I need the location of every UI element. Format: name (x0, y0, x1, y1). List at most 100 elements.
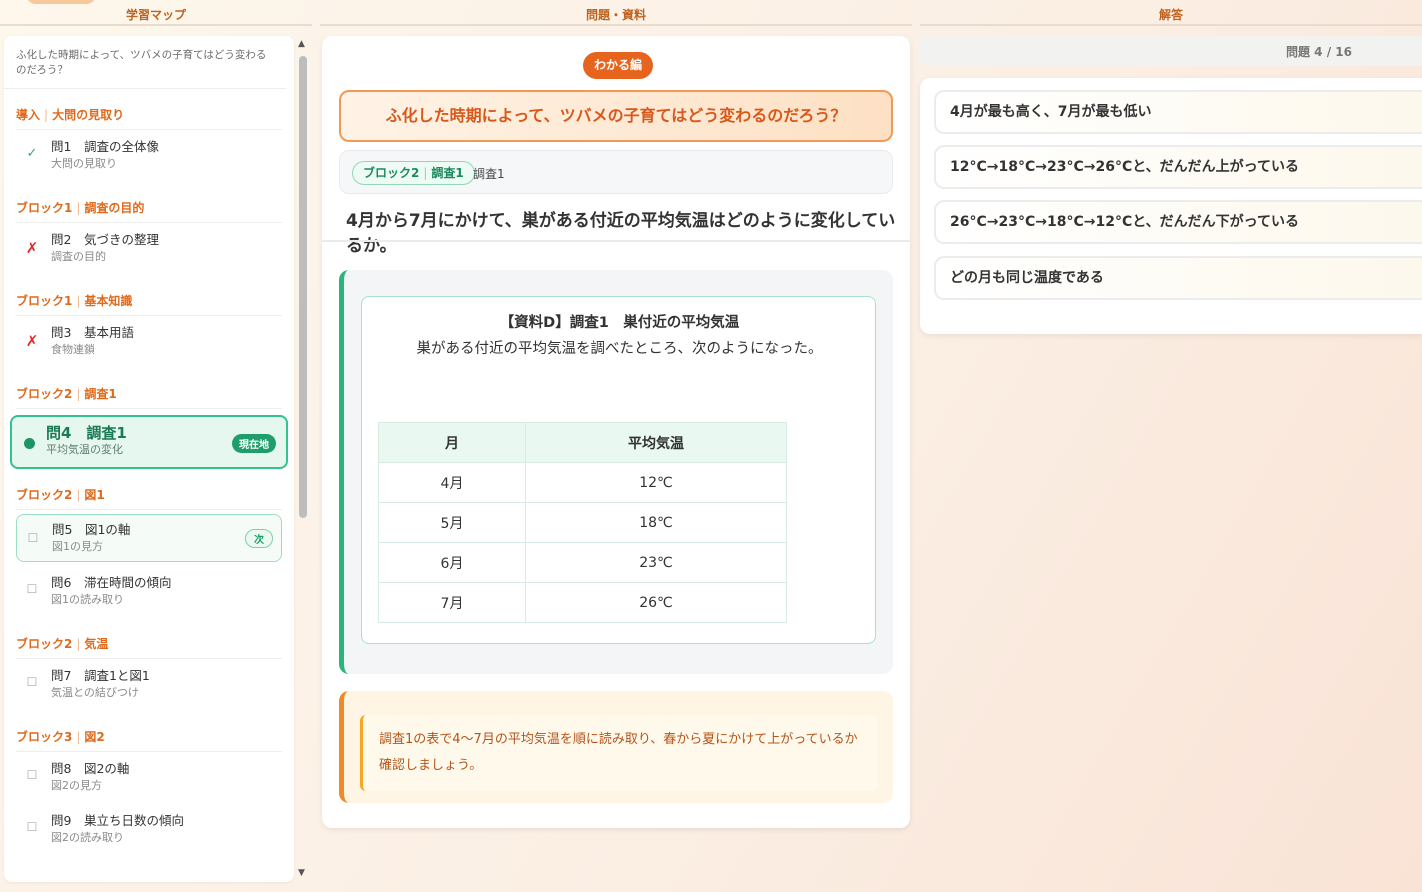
question-subtitle: 図2の見方 (51, 779, 102, 792)
breadcrumb-block-pill: ブロック2 | 調査1 (352, 161, 475, 185)
question-subtitle: 食物連鎖 (51, 343, 95, 356)
section-topic: 大問の見取り (52, 108, 125, 122)
breadcrumb: ブロック2 | 調査1 調査1 (339, 150, 893, 194)
table-row: 7月 26℃ (378, 582, 787, 623)
section-separator: | (76, 387, 81, 401)
column-header-month: 月 (378, 422, 526, 463)
checkbox-icon: ☐ (26, 675, 38, 689)
page-indicator: 問題 4 / 16 (1286, 45, 1352, 59)
cross-icon: ✗ (25, 239, 39, 257)
sidebar-question-item[interactable]: ✗ 問2 気づきの整理 調査の目的 (16, 223, 282, 275)
current-dot-icon (24, 438, 35, 449)
resource-card: 【資料D】調査1 巣付近の平均気温 巣がある付近の平均気温を調べたところ、次のよ… (361, 296, 876, 644)
section-label: ブロック1 | 調査の目的 (4, 196, 294, 220)
section-separator: | (76, 730, 81, 744)
section-block: ブロック2 (16, 637, 73, 651)
section-separator: | (76, 201, 81, 215)
answer-choice-3[interactable]: 26°C→23°C→18°C→12°Cと、だんだん下がっている (934, 200, 1422, 244)
scroll-down-arrow-icon[interactable]: ▼ (298, 868, 305, 878)
section-label: ブロック2 | 気温 (4, 632, 294, 656)
sidebar-question-item[interactable]: ☐ 問5 図1の軸 図1の見方次 (16, 514, 282, 562)
sidebar-question-item[interactable]: ✓ 問1 調査の全体像 大問の見取り (16, 130, 282, 182)
breadcrumb-separator: | (423, 166, 428, 180)
breadcrumb-topic: 調査1 (431, 166, 464, 180)
question-subtitle: 図2の読み取り (51, 831, 124, 844)
question-title: 問9 巣立ち日数の傾向 (51, 813, 184, 828)
current-badge: 現在地 (232, 434, 276, 453)
section-divider (16, 408, 282, 409)
sidebar-question-item[interactable]: ☐ 問7 調査1と図1 気温との結びつけ (16, 659, 282, 711)
section-block: ブロック2 (16, 387, 73, 401)
scrollbar-thumb[interactable] (299, 56, 307, 518)
table-row: 6月 23℃ (378, 542, 787, 583)
breadcrumb-current: 調査1 (473, 167, 505, 181)
section-block: ブロック1 (16, 201, 73, 215)
question-subtitle: 調査の目的 (51, 250, 106, 263)
hint-panel: 調査1の表で4〜7月の平均気温を順に読み取り、春から夏にかけて上がっているか確認… (339, 691, 893, 803)
section-block: ブロック3 (16, 730, 73, 744)
problem-card: わかる編 ふ化した時期によって、ツバメの子育てはどう変わるのだろう？ ブロック2… (322, 36, 910, 828)
next-badge: 次 (245, 529, 273, 548)
sidebar-title: ふ化した時期によって、ツバメの子育てはどう変わるのだろう？ (4, 36, 286, 89)
question-title: 問3 基本用語 (51, 325, 134, 340)
sidebar-question-item[interactable]: ☐ 問8 図2の軸 図2の見方 (16, 752, 282, 804)
question-title: 問2 気づきの整理 (51, 232, 159, 247)
section-topic: 図1 (84, 488, 105, 502)
section-separator: | (76, 637, 81, 651)
sidebar-question-item[interactable]: 問4 調査1 平均気温の変化 現在地 (10, 415, 288, 469)
scroll-up-arrow-icon[interactable]: ▲ (298, 39, 305, 49)
section-block: 導入 (16, 108, 41, 122)
cross-icon: ✗ (25, 332, 39, 350)
section-topic: 図2 (84, 730, 105, 744)
section-divider (16, 509, 282, 510)
temperature-table: 月 平均気温 4月 12℃ 5月 18℃ 6月 23℃ 7月 26℃ (378, 422, 787, 623)
column-header-map: 学習マップ (0, 4, 312, 26)
answer-choice-2[interactable]: 12°C→18°C→23°C→26°Cと、だんだん上がっている (934, 145, 1422, 189)
section-label: 導入 | 大問の見取り (4, 103, 294, 127)
section-label: ブロック2 | 調査1 (4, 382, 294, 406)
question-title: 問8 図2の軸 (51, 761, 130, 776)
section-block: ブロック2 (16, 488, 73, 502)
checkbox-icon: ☐ (26, 768, 38, 782)
answer-choice-1[interactable]: 4月が最も高く、7月が最も低い (934, 90, 1422, 134)
question-subtitle: 気温との結びつけ (51, 686, 139, 699)
checkbox-icon: ☐ (26, 582, 38, 596)
section-label: ブロック1 | 基本知識 (4, 289, 294, 313)
table-header-row: 月 平均気温 (378, 422, 787, 463)
learning-map-sidebar: ふ化した時期によって、ツバメの子育てはどう変わるのだろう？ 導入 | 大問の見取り ✓… (4, 36, 294, 882)
section-label: ブロック3 | 図2 (4, 725, 294, 749)
month-cell: 4月 (378, 462, 526, 503)
section-topic: 基本知識 (84, 294, 133, 308)
section-label: ブロック2 | 図1 (4, 483, 294, 507)
table-row: 4月 12℃ (378, 462, 787, 503)
section-block: ブロック1 (16, 294, 73, 308)
section-topic: 気温 (84, 637, 109, 651)
answer-choice-4[interactable]: どの月も同じ温度である (934, 256, 1422, 300)
month-cell: 6月 (378, 542, 526, 583)
main-question-banner: ふ化した時期によって、ツバメの子育てはどう変わるのだろう？ (339, 90, 893, 142)
answer-header-bar: 問題 4 / 16 (920, 36, 1422, 66)
sidebar-list: 導入 | 大問の見取り ✓ 問1 調査の全体像 大問の見取り ブロック1 | 調査の目的 ✗ 問2 … (4, 103, 294, 856)
month-cell: 7月 (378, 582, 526, 623)
sidebar-scrollbar[interactable]: ▲ ▼ (296, 36, 310, 882)
checkbox-icon: ☐ (27, 531, 39, 545)
month-cell: 5月 (378, 502, 526, 543)
resource-title: 【資料D】調査1 巣付近の平均気温 (499, 315, 740, 331)
sidebar-question-item[interactable]: ✗ 問3 基本用語 食物連鎖 (16, 316, 282, 368)
sidebar-question-item[interactable]: ☐ 問6 滞在時間の傾向 図1の読み取り (16, 566, 282, 618)
checkbox-icon: ☐ (26, 820, 38, 834)
column-header-problem: 問題・資料 (320, 4, 912, 26)
table-row: 5月 18℃ (378, 502, 787, 543)
section-separator: | (76, 294, 81, 308)
resource-description: 巣がある付近の平均気温を調べたところ、次のようになった。 (416, 341, 823, 357)
question-title: 問1 調査の全体像 (51, 139, 159, 154)
sidebar-question-item[interactable]: ☐ 問9 巣立ち日数の傾向 図2の読み取り (16, 804, 282, 856)
resource-panel: 【資料D】調査1 巣付近の平均気温 巣がある付近の平均気温を調べたところ、次のよ… (339, 270, 893, 674)
question-title: 問7 調査1と図1 (51, 668, 150, 683)
hint-text: 調査1の表で4〜7月の平均気温を順に読み取り、春から夏にかけて上がっているか確認… (360, 715, 878, 791)
question-title: 問6 滞在時間の傾向 (51, 575, 172, 590)
question-subtitle: 大問の見取り (51, 157, 117, 170)
column-header-temperature: 平均気温 (525, 422, 787, 463)
question-text: 4月から7月にかけて、巣がある付近の平均気温はどのように変化しているか。 (346, 211, 896, 256)
column-header-answer: 解答 (920, 4, 1422, 26)
